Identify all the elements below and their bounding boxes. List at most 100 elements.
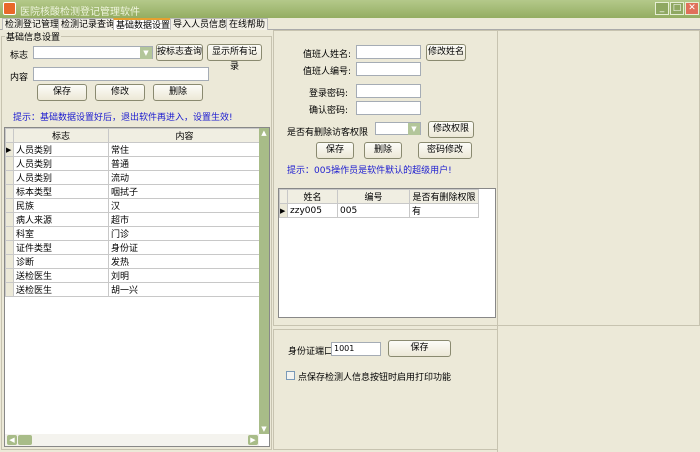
table-cell[interactable]: 普通 — [108, 156, 261, 171]
confirm-password-input[interactable] — [356, 101, 421, 115]
table-cell[interactable]: 证件类型 — [13, 240, 109, 255]
column-header[interactable]: 编号 — [337, 189, 410, 204]
row-selector[interactable]: ▶ — [279, 203, 288, 218]
operator-hint: 提示：005操作员是软件默认的超级用户! — [287, 166, 452, 176]
table-row[interactable]: 诊断 发热 — [5, 254, 261, 269]
horizontal-scrollbar[interactable] — [5, 434, 259, 446]
tab-help[interactable]: 在线帮助 — [226, 18, 269, 30]
chevron-down-icon[interactable]: ▼ — [408, 123, 420, 135]
column-header[interactable]: 是否有删除权限 — [409, 189, 479, 204]
permission-combo[interactable]: ▼ — [375, 122, 421, 135]
row-selector[interactable] — [5, 198, 14, 213]
rename-button[interactable]: 修改姓名 — [426, 44, 466, 61]
table-row[interactable]: ▶ 人员类别 常住 — [5, 142, 261, 157]
scroll-left-icon[interactable]: ◀ — [7, 435, 17, 445]
table-row[interactable]: ▶ zzy005 005 有 — [279, 203, 479, 218]
operator-grid[interactable]: 姓名 编号 是否有删除权限 ▶ zzy005 005 有 — [278, 188, 496, 318]
table-cell[interactable]: zzy005 — [287, 203, 338, 218]
column-header[interactable]: 内容 — [108, 128, 261, 143]
row-selector[interactable] — [5, 254, 14, 269]
table-row[interactable]: 证件类型 身份证 — [5, 240, 261, 255]
table-row[interactable]: 标本类型 咽拭子 — [5, 184, 261, 199]
table-row[interactable]: 病人来源 超市 — [5, 212, 261, 227]
show-all-button[interactable]: 显示所有记录 — [207, 44, 262, 72]
vertical-scrollbar[interactable] — [259, 128, 269, 434]
table-cell[interactable]: 刘明 — [108, 268, 261, 283]
content-input[interactable] — [33, 67, 209, 81]
print-checkbox[interactable] — [286, 371, 295, 380]
column-header[interactable]: 姓名 — [287, 189, 338, 204]
table-cell[interactable]: 发热 — [108, 254, 261, 269]
change-password-button[interactable]: 密码修改 — [418, 142, 472, 159]
table-row[interactable]: 送检医生 胡一兴 — [5, 282, 261, 297]
table-cell[interactable]: 人员类别 — [13, 156, 109, 171]
row-selector[interactable] — [5, 240, 14, 255]
scroll-down-icon[interactable]: ▼ — [259, 424, 269, 434]
minimize-button[interactable]: _ — [655, 2, 669, 15]
table-cell[interactable]: 诊断 — [13, 254, 109, 269]
chevron-down-icon[interactable]: ▼ — [140, 47, 152, 59]
table-cell[interactable]: 人员类别 — [13, 170, 109, 185]
row-selector[interactable]: ▶ — [5, 142, 14, 157]
row-selector[interactable] — [5, 212, 14, 227]
table-cell[interactable]: 汉 — [108, 198, 261, 213]
row-selector[interactable] — [5, 156, 14, 171]
tab-basic-data[interactable]: 基础数据设置 — [113, 18, 174, 31]
tab-bar: 检测登记管理 检测记录查询 基础数据设置 导入人员信息 在线帮助 — [0, 18, 700, 31]
row-selector[interactable] — [5, 282, 14, 297]
print-checkbox-label[interactable]: 点保存检测人信息按钮时启用打印功能 — [298, 370, 451, 383]
query-by-flag-button[interactable]: 按标志查询 — [156, 44, 203, 61]
table-cell[interactable]: 005 — [337, 203, 410, 218]
scroll-thumb[interactable] — [18, 435, 32, 445]
table-cell[interactable]: 病人来源 — [13, 212, 109, 227]
row-selector[interactable] — [5, 184, 14, 199]
scroll-right-icon[interactable]: ▶ — [248, 435, 258, 445]
operator-name-input[interactable] — [356, 45, 421, 59]
table-cell[interactable]: 送检医生 — [13, 282, 109, 297]
flag-combo[interactable]: ▼ — [33, 46, 153, 59]
table-cell[interactable]: 咽拭子 — [108, 184, 261, 199]
table-row[interactable]: 人员类别 普通 — [5, 156, 261, 171]
tab-records[interactable]: 检测记录查询 — [58, 18, 119, 30]
table-cell[interactable]: 超市 — [108, 212, 261, 227]
row-selector[interactable] — [5, 226, 14, 241]
table-cell[interactable]: 门诊 — [108, 226, 261, 241]
row-selector[interactable] — [5, 170, 14, 185]
table-cell[interactable]: 科室 — [13, 226, 109, 241]
port-save-button[interactable]: 保存 — [388, 340, 451, 357]
basic-data-grid[interactable]: 标志 内容 ▶ 人员类别 常住 人员类别 普通 人员类别 流动 标本类型 咽拭子 民族汉病人来源 超市科… — [4, 127, 270, 447]
operator-name-label: 值班人姓名: — [303, 50, 352, 60]
table-cell[interactable]: 常住 — [108, 142, 261, 157]
table-row[interactable]: 送检医生 刘明 — [5, 268, 261, 283]
table-row[interactable]: 民族汉 — [5, 198, 261, 213]
content-label: 内容 — [10, 73, 29, 83]
table-cell[interactable]: 流动 — [108, 170, 261, 185]
scroll-up-icon[interactable]: ▲ — [259, 128, 269, 138]
table-cell[interactable]: 有 — [409, 203, 479, 218]
operator-save-button[interactable]: 保存 — [316, 142, 354, 159]
column-header[interactable]: 标志 — [13, 128, 109, 143]
password-input[interactable] — [356, 84, 421, 98]
tab-import[interactable]: 导入人员信息 — [170, 18, 231, 30]
table-cell[interactable]: 标本类型 — [13, 184, 109, 199]
operator-id-input[interactable] — [356, 62, 421, 76]
delete-button[interactable]: 删除 — [153, 84, 203, 101]
edit-button[interactable]: 修改 — [95, 84, 145, 101]
table-cell[interactable]: 身份证 — [108, 240, 261, 255]
table-cell[interactable]: 民族 — [13, 198, 109, 213]
table-row[interactable]: 科室 门诊 — [5, 226, 261, 241]
tab-register[interactable]: 检测登记管理 — [2, 18, 63, 30]
hint-text: 提示：基础数据设置好后，退出软件再进入，设置生效! — [13, 113, 233, 123]
table-row[interactable]: 人员类别 流动 — [5, 170, 261, 185]
edit-permission-button[interactable]: 修改权限 — [428, 121, 474, 138]
operator-delete-button[interactable]: 删除 — [364, 142, 402, 159]
table-cell[interactable]: 人员类别 — [13, 142, 109, 157]
maximize-button[interactable]: □ — [670, 2, 684, 15]
row-selector[interactable] — [5, 268, 14, 283]
table-cell[interactable]: 胡一兴 — [108, 282, 261, 297]
close-button[interactable]: ✕ — [685, 2, 699, 15]
id-port-input[interactable]: 1001 — [331, 342, 381, 356]
id-port-label: 身份证端口 — [288, 347, 334, 357]
save-button[interactable]: 保存 — [37, 84, 87, 101]
table-cell[interactable]: 送检医生 — [13, 268, 109, 283]
